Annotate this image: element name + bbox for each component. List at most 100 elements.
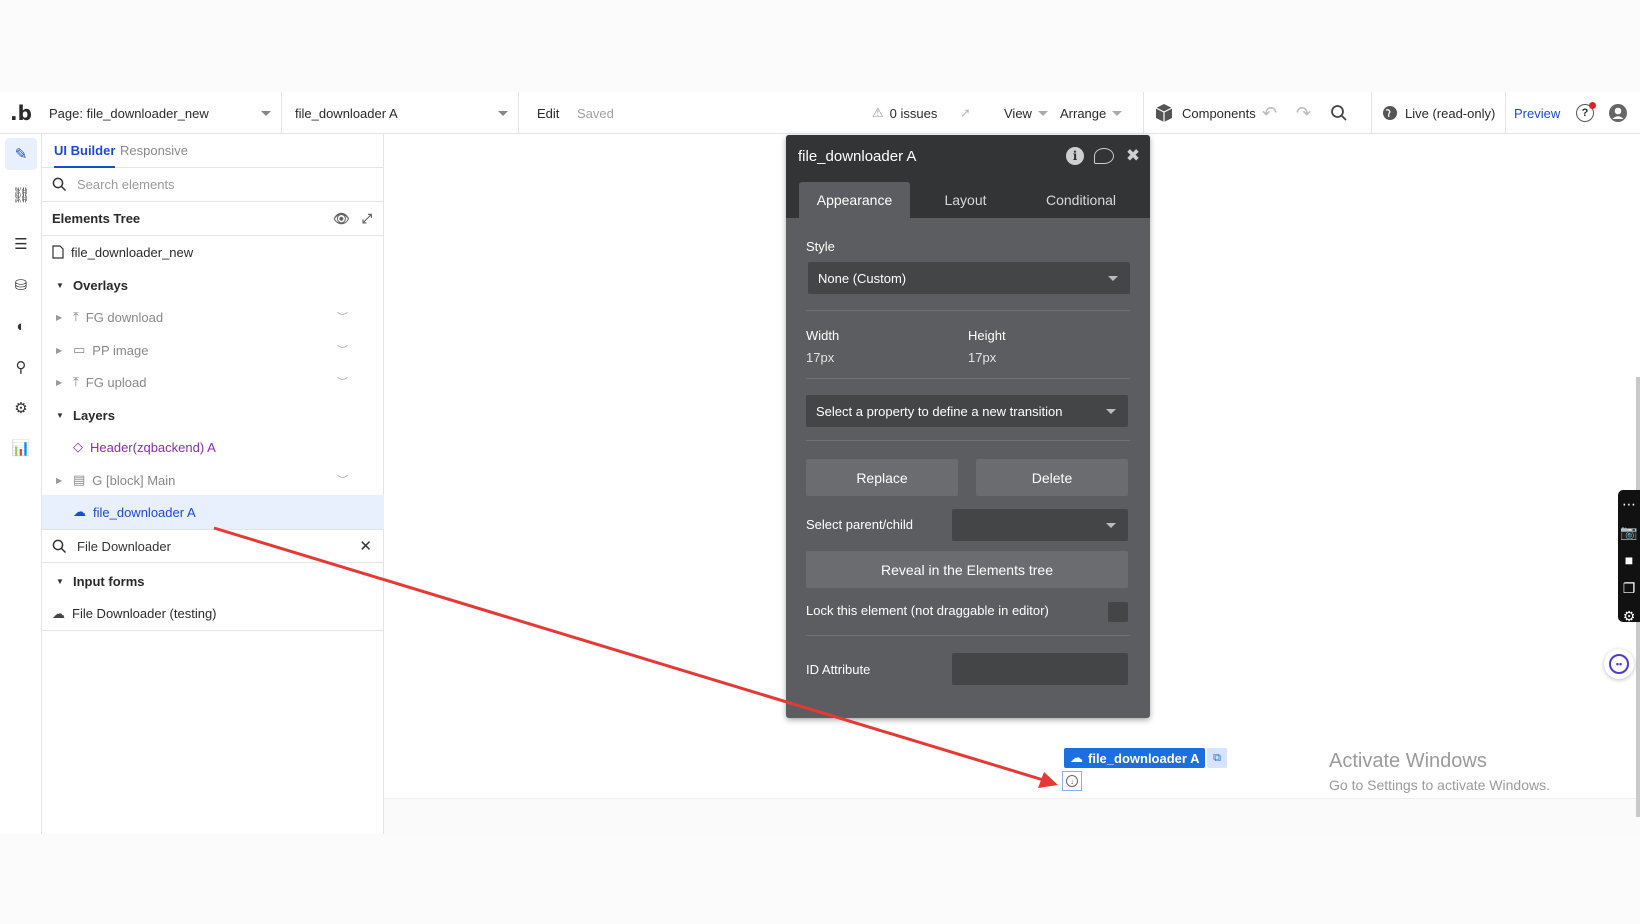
transition-dropdown[interactable]: Select a property to define a new transi… bbox=[806, 395, 1128, 427]
tree-item-label: PP image bbox=[92, 342, 149, 358]
cube-icon bbox=[1155, 104, 1173, 122]
bubble-logo[interactable]: .b bbox=[10, 92, 32, 134]
tree-item-group-main[interactable]: ▶ ▤ G [block] Main ︶ bbox=[42, 463, 384, 497]
page-selector[interactable]: Page: file_downloader_new bbox=[42, 92, 282, 134]
upload-icon: ⤒ bbox=[73, 374, 79, 389]
tree-item-header[interactable]: ◇ Header(zqbackend) A bbox=[42, 430, 384, 464]
tree-overlays-group[interactable]: ▼ Overlays bbox=[42, 268, 384, 302]
database-tab-icon[interactable]: ⛁ bbox=[5, 269, 37, 301]
cloud-upload-icon: ☁ bbox=[73, 504, 86, 519]
editor-frame: .b Page: file_downloader_new file_downlo… bbox=[0, 92, 1640, 834]
selected-element-badge[interactable]: ☁ file_downloader A bbox=[1064, 748, 1206, 768]
file-downloader-element[interactable]: ↓ bbox=[1062, 771, 1082, 791]
reveal-in-tree-button[interactable]: Reveal in the Elements tree bbox=[806, 551, 1128, 588]
hidden-eye-icon[interactable]: ︶ bbox=[337, 342, 348, 358]
arrange-label: Arrange bbox=[1060, 105, 1107, 121]
tab-conditional[interactable]: Conditional bbox=[1021, 182, 1141, 218]
redo-icon[interactable]: ↷ bbox=[1296, 92, 1311, 134]
tree-item-label: file_downloader A bbox=[93, 504, 196, 520]
settings-tab-icon[interactable]: ⚙ bbox=[5, 392, 37, 424]
live-version-button[interactable]: Live (read-only) bbox=[1371, 92, 1495, 134]
window-icon[interactable]: ❐ bbox=[1618, 574, 1640, 602]
clear-search-icon[interactable]: ✕ bbox=[359, 537, 372, 555]
components-button[interactable]: Components bbox=[1143, 92, 1256, 134]
tree-item-fg-upload[interactable]: ▶ ⤒ FG upload ︶ bbox=[42, 365, 384, 399]
id-attribute-input[interactable] bbox=[952, 653, 1128, 685]
close-icon[interactable]: ✖ bbox=[1124, 146, 1142, 166]
plugins-tab-icon[interactable]: ⚲ bbox=[5, 351, 37, 383]
eye-icon[interactable]: 👁 bbox=[333, 211, 350, 227]
saved-status: Saved bbox=[577, 105, 614, 121]
tree-item-pp-image[interactable]: ▶ ▭ PP image ︶ bbox=[42, 333, 384, 367]
hidden-eye-icon[interactable]: ︶ bbox=[337, 374, 348, 390]
preview-button[interactable]: Preview bbox=[1505, 92, 1560, 134]
tab-ui-builder[interactable]: UI Builder bbox=[54, 143, 116, 168]
plugin-item-file-downloader[interactable]: ☁ File Downloader (testing) bbox=[42, 597, 384, 631]
view-label: View bbox=[1004, 105, 1032, 121]
download-icon: ↓ bbox=[1066, 775, 1078, 787]
arrange-menu[interactable]: Arrange bbox=[1060, 92, 1123, 134]
cloud-upload-icon: ☁ bbox=[52, 605, 65, 621]
tab-responsive[interactable]: Responsive bbox=[120, 143, 188, 158]
design-tab-icon[interactable]: ✎ bbox=[5, 138, 37, 170]
caret-down-icon: ▼ bbox=[56, 280, 64, 290]
property-editor-header[interactable]: file_downloader A i ✖ bbox=[786, 135, 1150, 178]
undo-icon[interactable]: ↶ bbox=[1262, 92, 1277, 134]
more-icon[interactable]: ⋯ bbox=[1618, 490, 1640, 518]
expand-icon[interactable]: ⤢ bbox=[362, 211, 372, 227]
cloud-upload-icon: ☁ bbox=[1070, 750, 1083, 765]
gear-icon[interactable]: ⚙ bbox=[1618, 602, 1640, 630]
parent-child-label: Select parent/child bbox=[806, 517, 913, 532]
help-button[interactable]: ? bbox=[1576, 92, 1596, 134]
hidden-eye-icon[interactable]: ︶ bbox=[337, 472, 348, 488]
assistant-bot-button[interactable]: •• bbox=[1604, 649, 1634, 679]
issues-button[interactable]: ⚠ 0 issues bbox=[872, 92, 937, 134]
group-icon: ▤ bbox=[73, 472, 86, 487]
tab-appearance[interactable]: Appearance bbox=[799, 182, 910, 218]
replace-button[interactable]: Replace bbox=[806, 459, 958, 496]
parent-child-dropdown[interactable] bbox=[952, 509, 1128, 541]
video-icon[interactable]: ■ bbox=[1618, 546, 1640, 574]
camera-icon[interactable]: 📷 bbox=[1618, 518, 1640, 546]
info-icon[interactable]: i bbox=[1066, 147, 1084, 165]
popup-icon: ▭ bbox=[73, 342, 86, 357]
tree-item-fg-download[interactable]: ▶ ⤒ FG download ︶ bbox=[42, 300, 384, 334]
width-value[interactable]: 17px bbox=[806, 350, 834, 365]
edit-menu[interactable]: Edit bbox=[537, 92, 559, 134]
lock-checkbox[interactable] bbox=[1108, 602, 1128, 622]
globe-icon bbox=[1383, 106, 1397, 120]
workflow-tab-icon[interactable]: ⛓ bbox=[5, 179, 37, 211]
tree-page-label: file_downloader_new bbox=[71, 244, 194, 260]
caret-down-icon: ▼ bbox=[56, 576, 64, 586]
data-tab-icon[interactable]: ☰ bbox=[5, 228, 37, 260]
element-selector[interactable]: file_downloader A bbox=[283, 92, 519, 134]
divider bbox=[806, 440, 1130, 441]
comment-icon[interactable] bbox=[1094, 148, 1114, 164]
element-selector-label: file_downloader A bbox=[295, 105, 398, 121]
caret-right-icon: ▶ bbox=[56, 345, 63, 355]
input-forms-group[interactable]: ▼ Input forms bbox=[42, 564, 384, 598]
search-icon[interactable] bbox=[1330, 92, 1348, 134]
styles-tab-icon[interactable]: ◐ bbox=[5, 310, 37, 342]
hidden-eye-icon[interactable]: ︶ bbox=[337, 309, 348, 325]
plugin-search[interactable]: File Downloader ✕ bbox=[42, 529, 384, 563]
height-value[interactable]: 17px bbox=[968, 350, 996, 365]
hierarchy-icon[interactable]: ⧉ bbox=[1207, 748, 1227, 768]
logs-tab-icon[interactable]: 📊 bbox=[5, 432, 37, 464]
components-label: Components bbox=[1182, 105, 1256, 121]
inspect-pointer-icon[interactable]: ➚ bbox=[960, 92, 971, 134]
tree-layers-group[interactable]: ▼ Layers bbox=[42, 398, 384, 432]
canvas-page-bottom bbox=[384, 798, 1640, 834]
tree-item-label: Header(zqbackend) A bbox=[90, 439, 216, 455]
style-dropdown[interactable]: None (Custom) bbox=[808, 262, 1130, 294]
tab-layout[interactable]: Layout bbox=[910, 182, 1021, 218]
element-search[interactable]: Search elements bbox=[42, 168, 384, 202]
search-placeholder: Search elements bbox=[77, 177, 175, 192]
delete-button[interactable]: Delete bbox=[976, 459, 1128, 496]
view-menu[interactable]: View bbox=[1004, 92, 1048, 134]
tree-item-file-downloader[interactable]: ☁ file_downloader A bbox=[42, 495, 384, 529]
property-editor: file_downloader A i ✖ Appearance Layout … bbox=[786, 135, 1150, 718]
tree-page-item[interactable]: file_downloader_new bbox=[42, 235, 384, 269]
notification-dot bbox=[1589, 102, 1596, 109]
avatar[interactable] bbox=[1608, 92, 1628, 134]
